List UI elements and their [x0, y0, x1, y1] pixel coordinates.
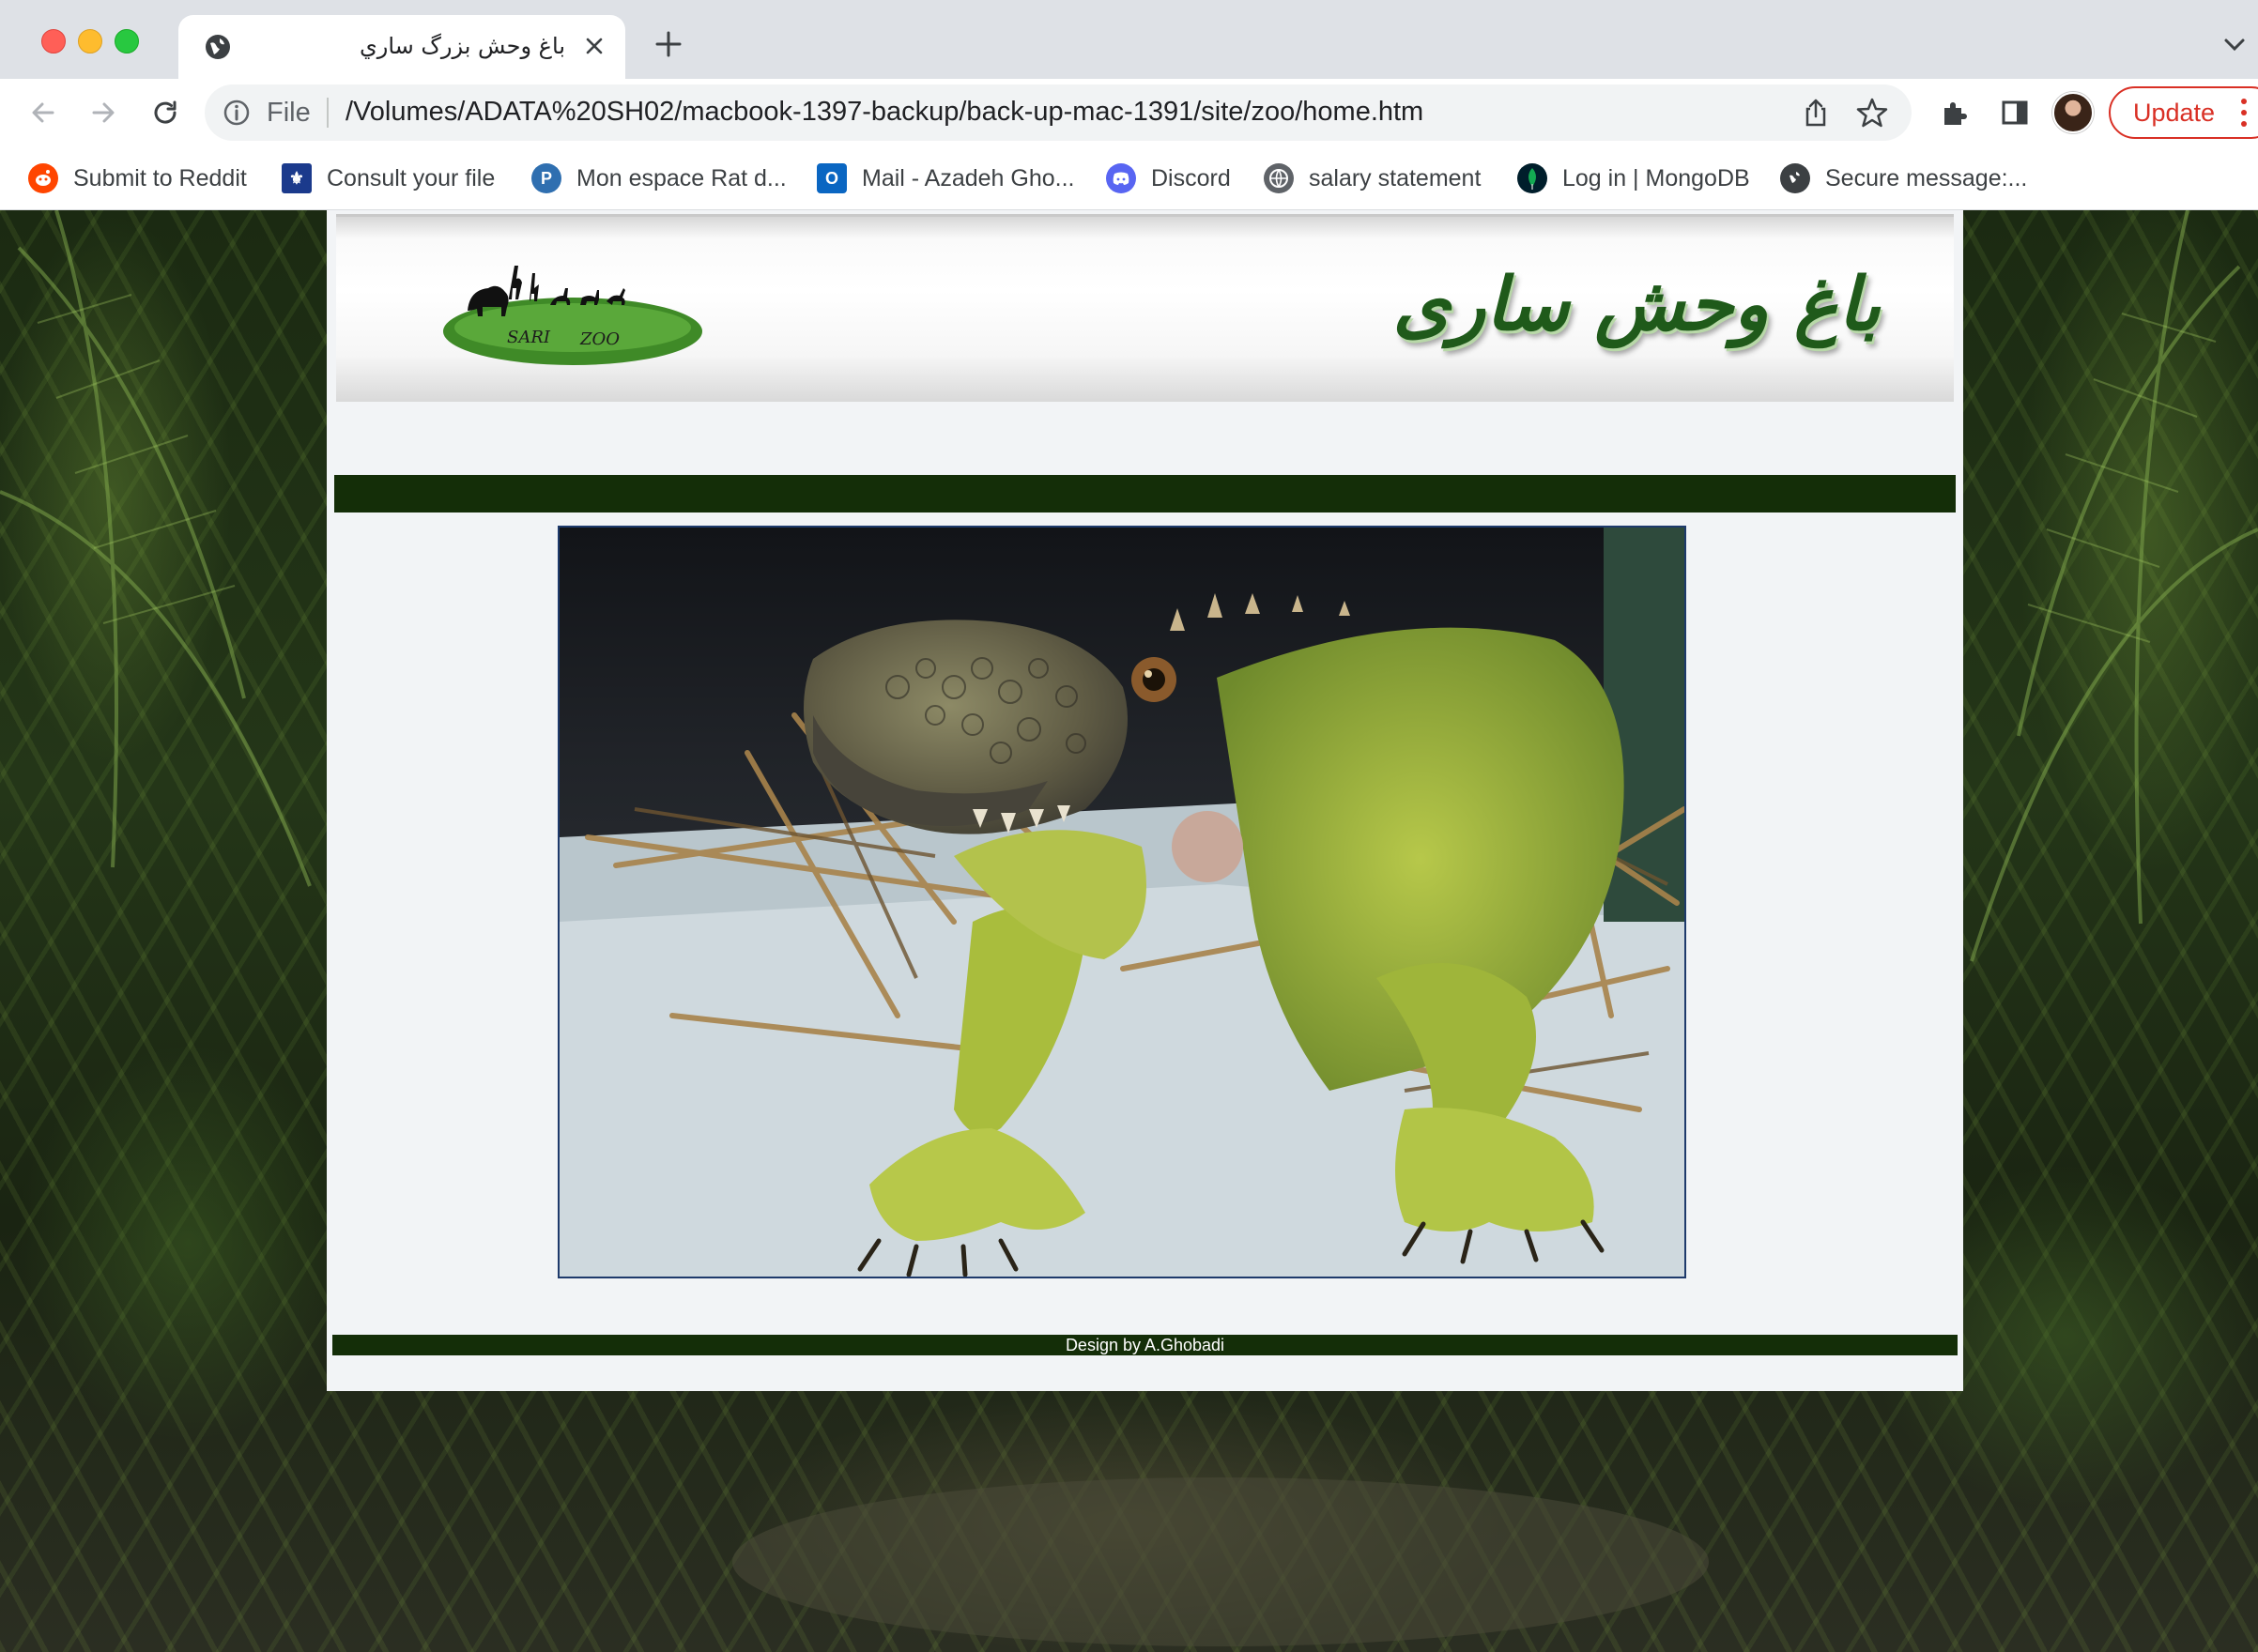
fleur-de-lis-icon: ⚜ — [282, 163, 312, 193]
bookmark-item[interactable]: salary statement — [1264, 158, 1481, 199]
bookmark-item[interactable]: Discord — [1106, 158, 1231, 199]
sari-zoo-logo[interactable]: SARI ZOO — [439, 245, 702, 376]
bookmark-item[interactable]: ⚜ Consult your file — [282, 158, 495, 199]
arrow-right-icon — [92, 102, 115, 123]
bookmark-label: Submit to Reddit — [73, 164, 247, 191]
bookmarks-bar: Submit to Reddit ⚜ Consult your file P M… — [0, 146, 2258, 210]
arrow-left-icon — [32, 102, 54, 123]
tab-title: باغ وحش بزرگ ساري — [359, 33, 565, 59]
reload-icon — [154, 100, 177, 124]
site-header: SARI ZOO باغ وحش ساری — [336, 214, 1954, 402]
nav-bar — [334, 475, 1956, 512]
url-divider — [327, 98, 329, 128]
profile-avatar[interactable] — [2052, 92, 2094, 133]
bookmark-label: Consult your file — [327, 164, 496, 191]
tab-close-button[interactable] — [578, 30, 610, 62]
url-scheme: File — [267, 98, 311, 128]
tab-strip: باغ وحش بزرگ ساري — [0, 0, 2258, 79]
bookmark-label: salary statement — [1309, 164, 1482, 191]
side-panel-button[interactable] — [1996, 94, 2034, 131]
iguana-photo — [558, 526, 1686, 1278]
globe-icon — [1780, 163, 1810, 193]
star-icon[interactable] — [1855, 96, 1889, 130]
puzzle-icon — [1944, 102, 1967, 125]
extensions-button[interactable] — [1936, 94, 1974, 131]
bookmark-item[interactable]: Secure message:... — [1780, 158, 2027, 199]
bookmark-item[interactable]: Submit to Reddit — [28, 158, 247, 199]
back-button[interactable] — [24, 94, 62, 131]
svg-text:SARI: SARI — [507, 328, 551, 347]
close-icon — [586, 38, 603, 54]
window-maximize-button[interactable] — [115, 29, 139, 54]
info-icon[interactable] — [222, 98, 252, 128]
plus-icon — [655, 31, 682, 57]
window-minimize-button[interactable] — [78, 29, 102, 54]
outlook-icon: O — [817, 163, 847, 193]
forward-button[interactable] — [84, 94, 122, 131]
bookmark-label: Discord — [1151, 164, 1231, 191]
bookmark-item[interactable]: Log in | MongoDB — [1517, 158, 1750, 199]
p-badge-icon: P — [531, 163, 561, 193]
reload-button[interactable] — [146, 94, 184, 131]
svg-text:ZOO: ZOO — [579, 329, 620, 349]
globe-icon — [206, 35, 230, 59]
content-panel: SARI ZOO باغ وحش ساری Design by A.Ghobad… — [327, 210, 1963, 1391]
chevron-down-icon[interactable] — [2220, 30, 2249, 58]
window-close-button[interactable] — [41, 29, 66, 54]
update-button[interactable]: Update — [2109, 86, 2258, 139]
more-vert-icon[interactable] — [2240, 96, 2248, 130]
mongodb-leaf-icon — [1517, 163, 1547, 193]
site-footer: Design by A.Ghobadi — [332, 1335, 1958, 1355]
bookmark-item[interactable]: O Mail - Azadeh Gho... — [817, 158, 1075, 199]
bookmark-label: Mail - Azadeh Gho... — [862, 164, 1075, 191]
browser-toolbar: File /Volumes/ADATA%20SH02/macbook-1397-… — [0, 79, 2258, 146]
bookmark-label: Log in | MongoDB — [1562, 164, 1750, 191]
globe-icon — [1264, 163, 1294, 193]
discord-icon — [1106, 163, 1136, 193]
new-tab-button[interactable] — [651, 26, 686, 62]
address-bar[interactable]: File /Volumes/ADATA%20SH02/macbook-1397-… — [205, 84, 1912, 141]
reddit-icon — [28, 163, 58, 193]
iguana-image — [560, 528, 1684, 1277]
url-text[interactable]: /Volumes/ADATA%20SH02/macbook-1397-backu… — [346, 97, 1423, 128]
bookmark-label: Secure message:... — [1825, 164, 2028, 191]
page-viewport: SARI ZOO باغ وحش ساری Design by A.Ghobad… — [0, 210, 2258, 1652]
active-tab[interactable]: باغ وحش بزرگ ساري — [178, 15, 625, 79]
share-icon[interactable] — [1799, 96, 1833, 130]
bookmark-item[interactable]: P Mon espace Rat d... — [531, 158, 787, 199]
bookmark-label: Mon espace Rat d... — [576, 164, 787, 191]
site-title: باغ وحش ساری — [1392, 262, 1882, 347]
side-panel-icon — [2002, 100, 2028, 125]
